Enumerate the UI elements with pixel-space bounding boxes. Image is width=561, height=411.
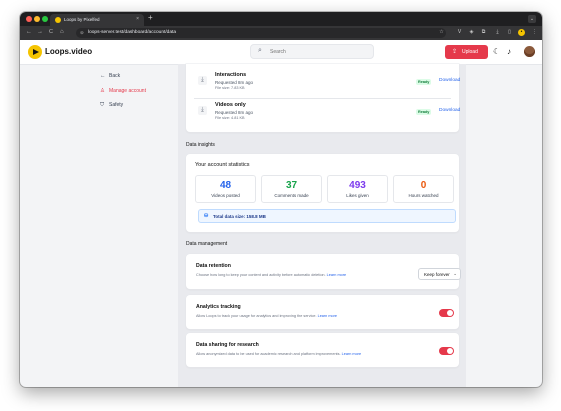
sidebar-panel-icon[interactable]: ▯ [506,29,513,36]
back-label: Back [109,73,121,79]
download-tray-icon: ⤓ [198,106,207,115]
setting-title: Data retention [196,263,231,269]
address-bar[interactable]: ⊜ loops-server.test/dashboard/account/da… [76,28,446,38]
research-sharing-toggle[interactable] [439,347,454,355]
extension-vpn-icon[interactable]: V [456,29,463,36]
stat-comments-made: 37 Comments made [261,175,322,203]
close-window-button[interactable] [26,16,32,22]
section-title-data-insights: Data insights [186,142,215,148]
stat-likes-given: 493 Likes given [327,175,388,203]
setting-title: Data sharing for research [196,342,259,348]
favicon-icon [55,17,61,23]
status-badge: Ready [416,109,432,115]
back-arrow-icon[interactable]: ← [26,29,32,35]
browser-toolbar: ← → C ⌂ ⊜ loops-server.test/dashboard/ac… [20,26,542,40]
exports-card: ⤓ Interactions Requested 8m ago File siz… [186,64,460,132]
export-file-size: File size: 7.83 KB [215,86,245,90]
stat-label: Videos posted [211,193,240,198]
stat-label: Hours watched [408,193,439,198]
shield-icon: ⛉ [100,102,105,108]
browser-window: Loops by Pixelfed × + ⌄ ← → C ⌂ ⊜ loops-… [20,12,542,387]
account-statistics-card: Your account statistics 48 Videos posted… [186,154,459,232]
stat-videos-posted: 48 Videos posted [195,175,256,203]
site-info-icon[interactable]: ⊜ [80,30,84,36]
export-row: ⤓ Videos only Requested 8m ago File size… [186,97,460,127]
analytics-tracking-card: Analytics tracking Allow Loops to track … [186,295,459,329]
search-icon: ⌕ [258,47,262,54]
download-link[interactable]: Download [439,108,460,113]
tab-title: Loops by Pixelfed [64,17,100,22]
extensions-puzzle-icon[interactable]: ⧉ [480,29,487,36]
research-sharing-card: Data sharing for research Allow anonymiz… [186,333,459,367]
back-arrow-icon: ← [100,73,106,79]
forward-arrow-icon[interactable]: → [37,29,43,35]
minimize-window-button[interactable] [34,16,40,22]
tab-search-icon[interactable]: ⌄ [528,15,536,23]
data-retention-card: Data retention Choose how long to keep y… [186,254,461,289]
upload-icon: ⇪ [452,49,458,55]
download-icon[interactable]: ⤓ [494,29,501,36]
upload-button[interactable]: ⇪ Upload [445,45,488,59]
home-icon[interactable]: ⌂ [60,29,64,35]
download-link[interactable]: Download [439,78,460,83]
stat-value: 493 [349,180,366,191]
profile-icon[interactable]: • [518,29,525,36]
export-name: Interactions [215,72,247,78]
learn-more-link[interactable]: Learn more [327,273,346,277]
upload-label: Upload [462,49,478,55]
search-input[interactable] [270,47,366,56]
browser-tab[interactable]: Loops by Pixelfed × [50,14,144,26]
notifications-bell-icon[interactable]: ♪ [507,47,511,57]
setting-description: Allow anonymized data to be used for aca… [196,352,362,356]
user-icon: ♙ [100,88,105,94]
browser-tab-strip: Loops by Pixelfed × + ⌄ [20,12,542,26]
loops-logo-icon[interactable] [28,45,42,59]
extension-shield-icon[interactable]: ◈ [468,29,475,36]
export-requested: Requested 8m ago [215,110,254,115]
stat-value: 48 [219,180,232,191]
browser-menu-icon[interactable]: ⋮ [531,29,538,36]
app-header: Loops.video ⌕ ⇪ Upload ☾ ♪ [20,40,542,65]
analytics-toggle[interactable] [439,309,454,317]
status-badge: Ready [416,79,432,85]
export-row: ⤓ Interactions Requested 8m ago File siz… [186,67,460,97]
card-title: Your account statistics [195,162,250,168]
stat-label: Comments made [274,193,309,198]
stat-value: 0 [420,180,427,191]
learn-more-link[interactable]: Learn more [342,352,361,356]
sidebar-item-label: Manage account [109,88,146,94]
brand-name[interactable]: Loops.video [45,47,92,56]
bookmark-star-icon[interactable]: ☆ [438,29,445,36]
search-box[interactable]: ⌕ [250,44,374,59]
avatar[interactable] [524,46,535,57]
download-tray-icon: ⤓ [198,76,207,85]
retention-selected-value: Keep forever [424,272,450,277]
stat-label: Likes given [346,193,369,198]
export-file-size: File size: 4.81 KB [215,116,245,120]
total-data-size-text: Total data size: 158.8 MB [213,214,266,219]
export-name: Videos only [215,102,246,108]
export-requested: Requested 8m ago [215,80,254,85]
tab-close-icon[interactable]: × [136,16,139,22]
setting-description: Choose how long to keep your content and… [196,273,347,277]
retention-select[interactable]: Keep forever ⌄ [418,268,461,280]
database-icon: ⛁ [204,213,209,219]
section-title-data-management: Data management [186,241,228,247]
setting-description: Allow Loops to track your usage for anal… [196,314,337,318]
sidebar-item-label: Safety [109,102,124,108]
url-text: loops-server.test/dashboard/account/data [88,30,176,35]
reload-icon[interactable]: C [49,29,53,35]
stat-hours-watched: 0 Hours watched [393,175,454,203]
maximize-window-button[interactable] [42,16,48,22]
stat-value: 37 [285,180,298,191]
new-tab-button[interactable]: + [148,13,153,22]
setting-title: Analytics tracking [196,304,241,310]
chevron-down-icon: ⌄ [453,271,457,276]
dark-mode-moon-icon[interactable]: ☾ [493,47,500,57]
learn-more-link[interactable]: Learn more [318,314,337,318]
total-data-size-banner: ⛁ Total data size: 158.8 MB [198,209,456,223]
